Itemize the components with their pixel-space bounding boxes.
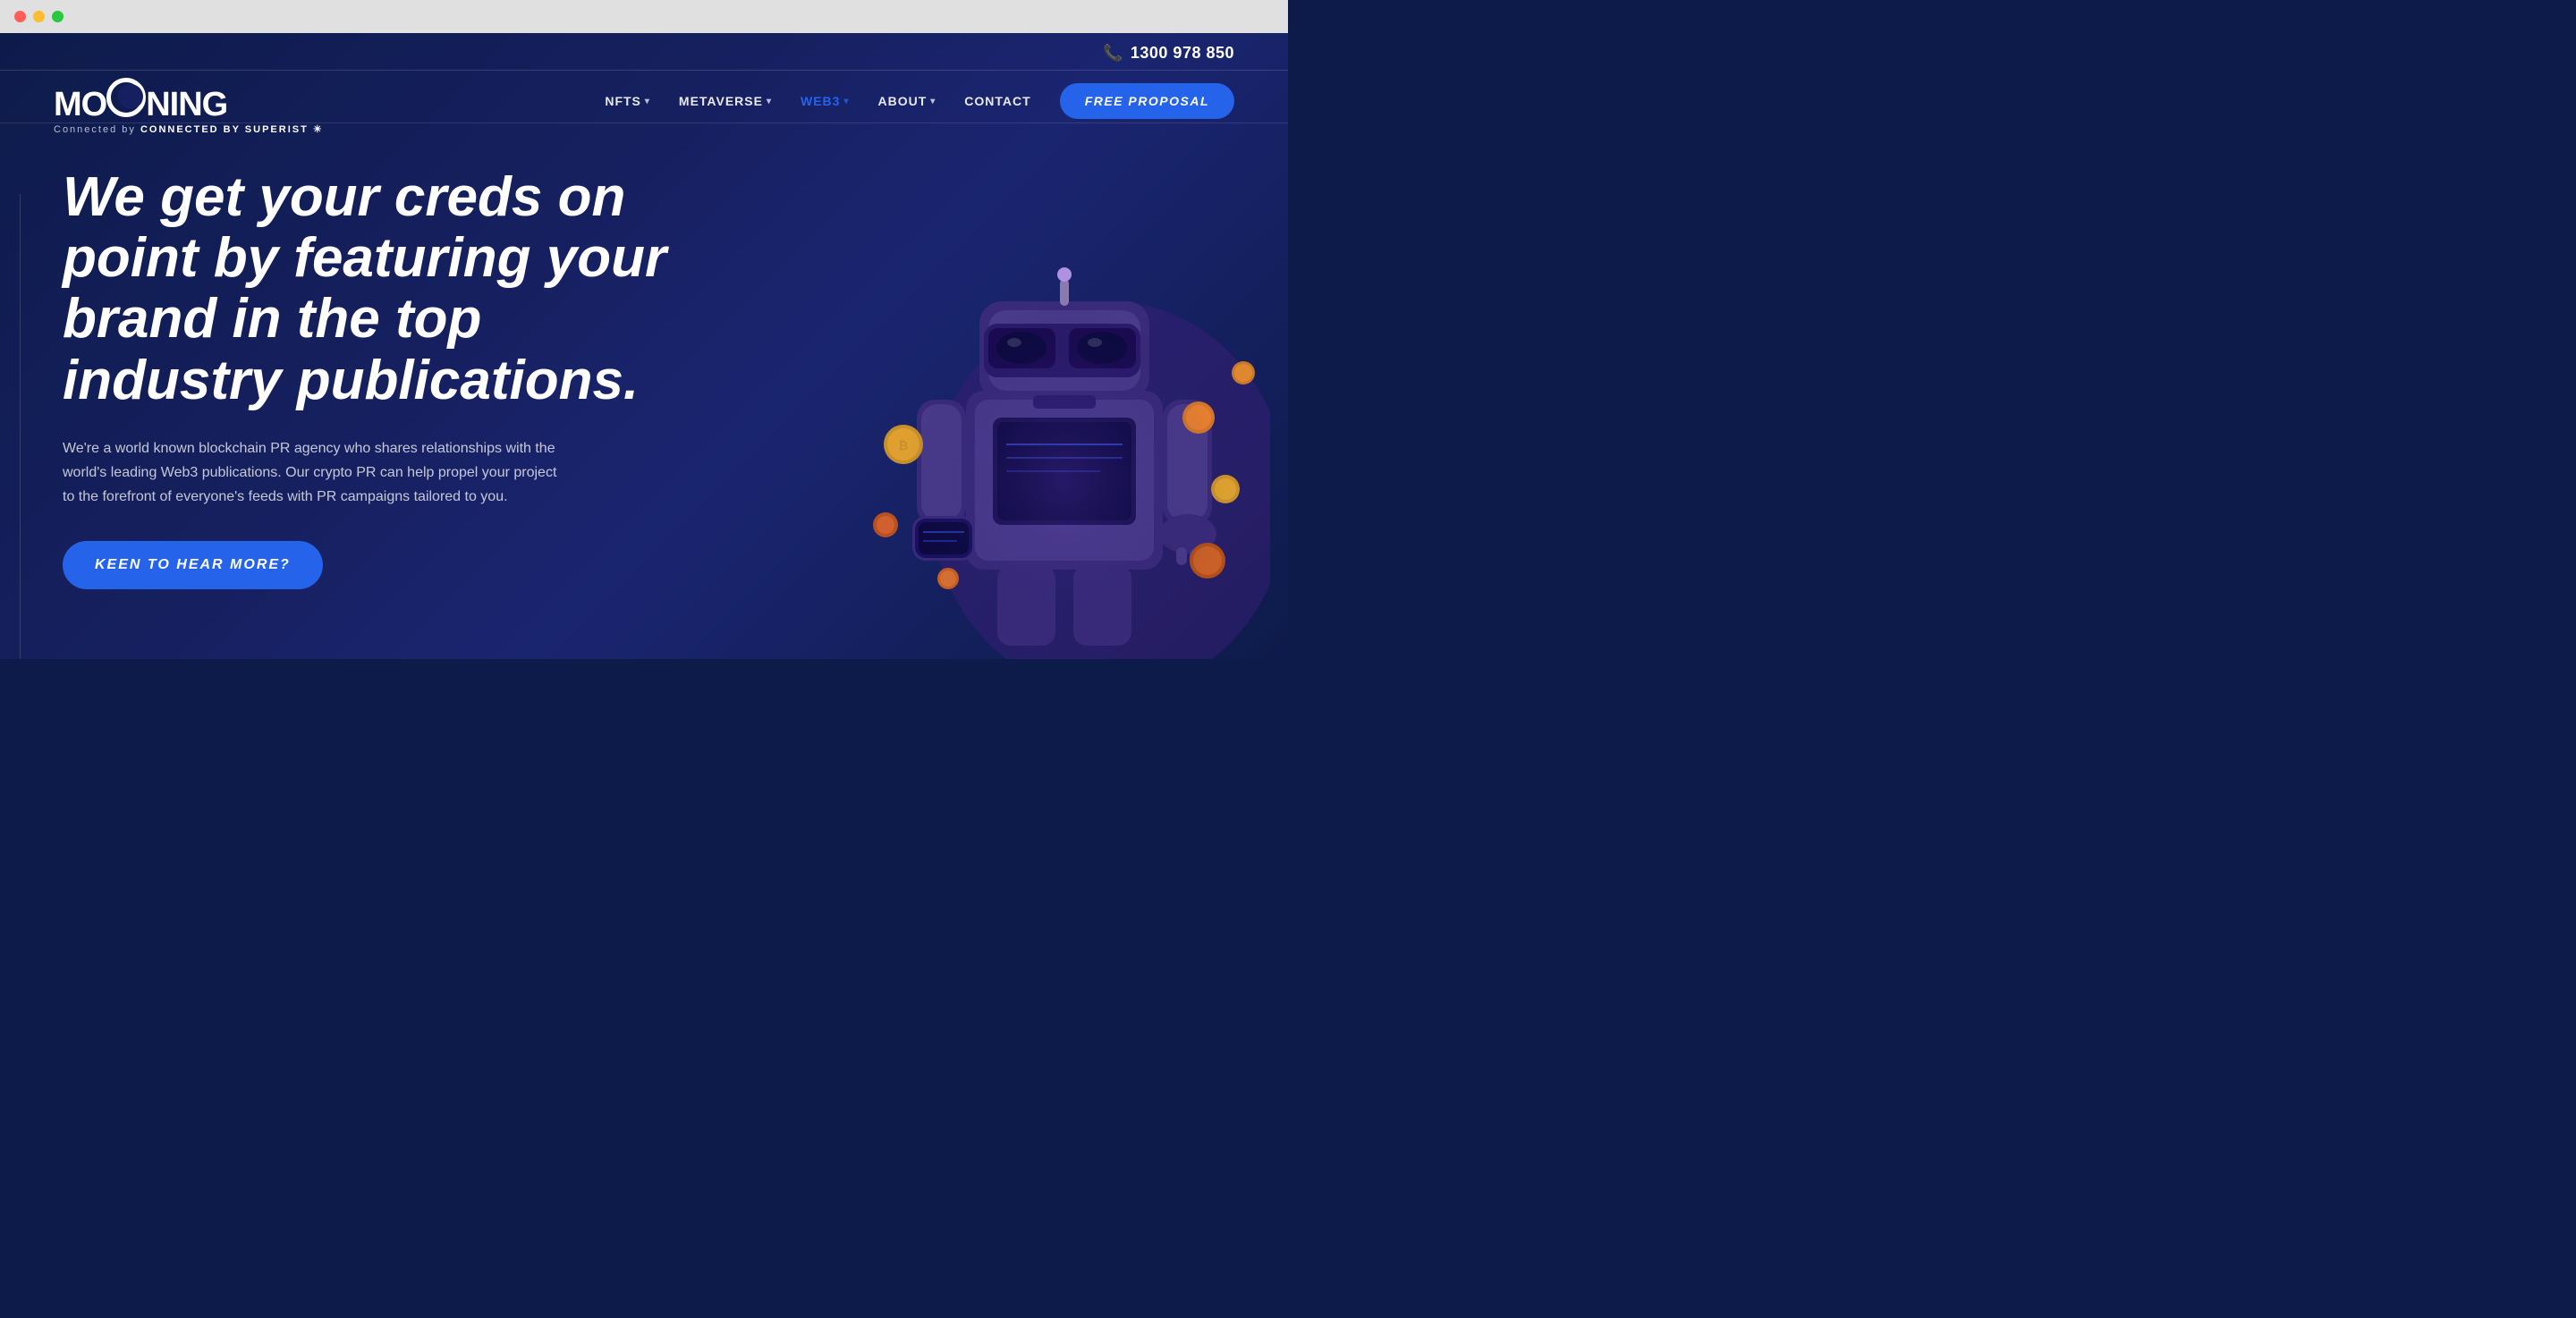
logo-subtitle: Connected by Connected by SUPERIST ☀ (54, 123, 324, 135)
hero-description: We're a world known blockchain PR agency… (63, 436, 564, 510)
chevron-down-icon: ▾ (767, 97, 772, 106)
robot-illustration: ₿ (769, 140, 1288, 659)
phone-icon: 📞 (1103, 44, 1123, 63)
nav-item-web3[interactable]: WEB3 ▾ (801, 94, 849, 108)
minimize-button-icon[interactable] (33, 11, 45, 22)
free-proposal-button[interactable]: FREE PROPOSAL (1060, 83, 1234, 119)
nav-item-nfts[interactable]: NFTS ▾ (605, 94, 650, 108)
chevron-down-icon: ▾ (843, 97, 849, 106)
close-button-icon[interactable] (14, 11, 26, 22)
navbar-top: 📞 1300 978 850 (0, 33, 1288, 71)
side-line (20, 194, 21, 659)
maximize-button-icon[interactable] (52, 11, 64, 22)
robot-svg: ₿ (769, 140, 1270, 659)
logo-text: MO NING (54, 76, 324, 122)
chevron-down-icon: ▾ (930, 97, 936, 106)
nav-item-contact[interactable]: CONTACT (964, 94, 1030, 108)
phone-contact[interactable]: 📞 1300 978 850 (1103, 44, 1234, 63)
keen-to-hear-more-button[interactable]: KEEN TO HEAR MORE? (63, 541, 323, 589)
phone-number: 1300 978 850 (1131, 44, 1234, 63)
nav-item-about[interactable]: ABOUT ▾ (877, 94, 936, 108)
nav-item-metaverse[interactable]: METAVERSE ▾ (679, 94, 772, 108)
hero-content: We get your creds on point by featuring … (63, 167, 689, 589)
page: MO NING Connected by Connected by SUPERI… (0, 33, 1288, 659)
browser-chrome (0, 0, 1288, 33)
hero-title: We get your creds on point by featuring … (63, 167, 689, 411)
logo[interactable]: MO NING Connected by Connected by SUPERI… (54, 76, 324, 135)
chevron-down-icon: ▾ (645, 97, 650, 106)
